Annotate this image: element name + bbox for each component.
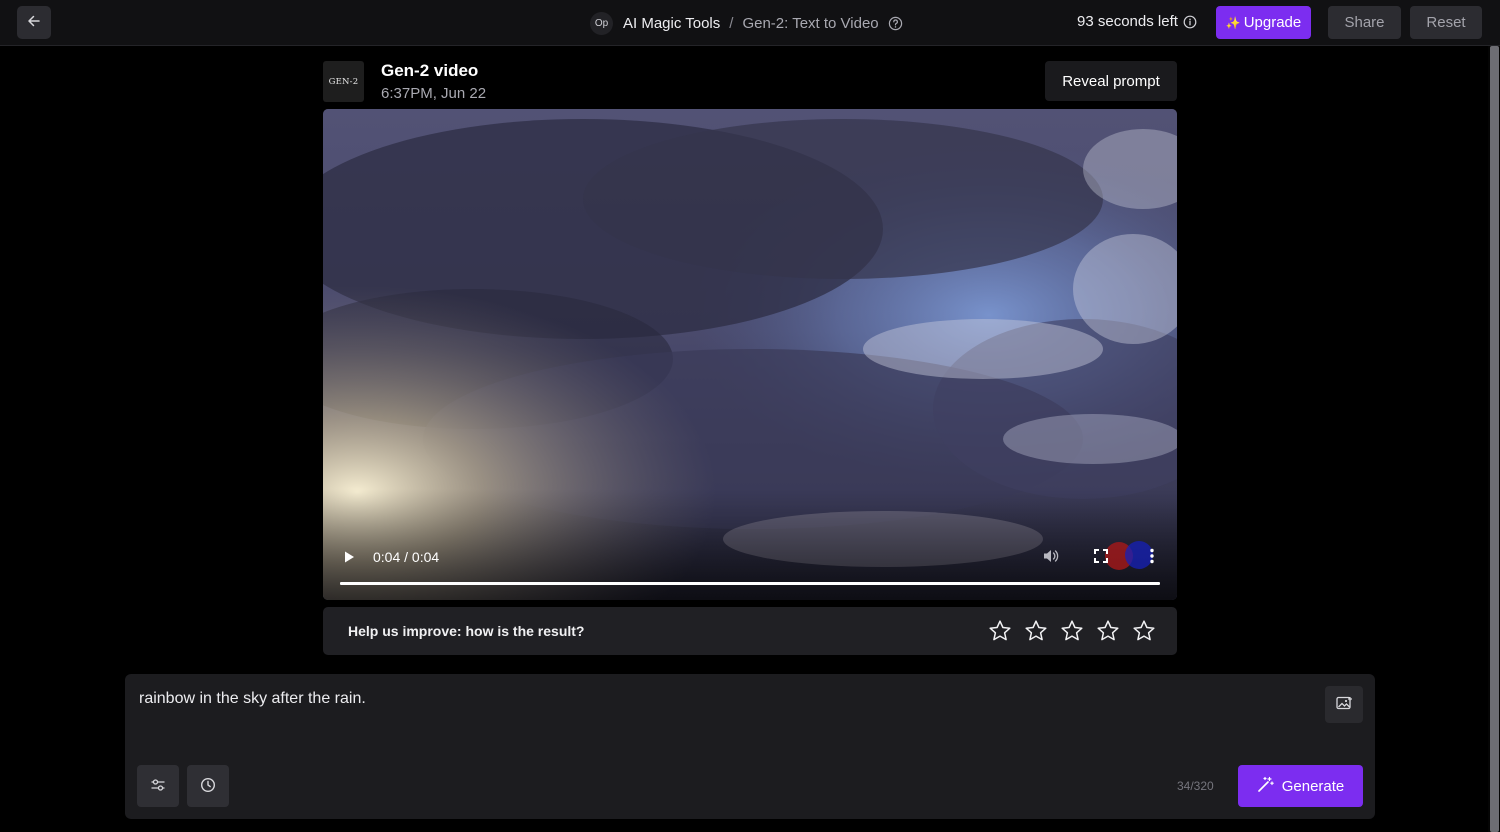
workspace-badge[interactable]: Op	[590, 11, 613, 35]
prompt-box: rainbow in the sky after the rain. 34/32…	[125, 674, 1375, 819]
generate-button[interactable]: Generate	[1238, 765, 1363, 807]
upgrade-button[interactable]: ✨ Upgrade	[1216, 6, 1311, 39]
star-outline-icon[interactable]	[1095, 618, 1120, 643]
more-vertical-icon[interactable]	[1145, 547, 1159, 570]
share-button[interactable]: Share	[1328, 6, 1401, 39]
reveal-prompt-button[interactable]: Reveal prompt	[1045, 61, 1177, 101]
volume-icon[interactable]	[1042, 547, 1060, 570]
question-circle-icon[interactable]	[888, 16, 903, 31]
reset-button[interactable]: Reset	[1410, 6, 1482, 39]
magic-wand-icon	[1257, 776, 1274, 797]
star-outline-icon[interactable]	[1059, 618, 1084, 643]
fullscreen-icon[interactable]	[1094, 549, 1108, 568]
star-outline-icon[interactable]	[987, 618, 1012, 643]
star-outline-icon[interactable]	[1023, 618, 1048, 643]
scrollbar-thumb[interactable]	[1490, 46, 1499, 832]
character-count: 34/320	[1177, 779, 1214, 793]
image-upload-icon	[1335, 696, 1353, 714]
breadcrumb-separator: /	[729, 14, 734, 32]
upgrade-label: Upgrade	[1243, 14, 1302, 31]
video-progress-fill	[340, 582, 1160, 585]
video-time-display: 0:04 / 0:04	[373, 549, 440, 565]
breadcrumb-ai-magic-tools[interactable]: AI Magic Tools	[623, 15, 720, 32]
top-bar: Op AI Magic Tools / Gen-2: Text to Video…	[0, 0, 1500, 46]
back-button[interactable]	[17, 6, 51, 39]
generate-label: Generate	[1281, 777, 1345, 795]
video-frame-cloudy-sky	[323, 109, 1177, 600]
info-circle-icon[interactable]	[1183, 15, 1197, 29]
prompt-input[interactable]: rainbow in the sky after the rain.	[139, 690, 366, 708]
timer-text: 93 seconds left	[1077, 13, 1178, 30]
history-button[interactable]	[187, 765, 229, 807]
video-player[interactable]: 0:04 / 0:04	[323, 109, 1177, 600]
result-timestamp: 6:37PM, Jun 22	[381, 85, 487, 102]
video-progress-bar[interactable]	[340, 582, 1160, 585]
credits-timer: 93 seconds left	[1077, 13, 1197, 30]
feedback-question: Help us improve: how is the result?	[348, 623, 585, 639]
star-outline-icon[interactable]	[1131, 618, 1156, 643]
gen2-thumbnail: GEN-2	[323, 61, 364, 102]
sparkle-icon: ✨	[1225, 15, 1241, 30]
play-icon[interactable]	[340, 548, 358, 566]
result-title: Gen-2 video	[381, 61, 479, 80]
breadcrumb: Op AI Magic Tools / Gen-2: Text to Video	[590, 11, 903, 35]
image-upload-button[interactable]	[1325, 686, 1363, 723]
feedback-bar: Help us improve: how is the result?	[323, 607, 1177, 655]
star-rating	[987, 618, 1156, 643]
breadcrumb-current: Gen-2: Text to Video	[742, 14, 879, 32]
sliders-icon	[150, 777, 166, 796]
arrow-left-icon	[27, 14, 41, 31]
clock-icon	[200, 777, 216, 796]
settings-button[interactable]	[137, 765, 179, 807]
